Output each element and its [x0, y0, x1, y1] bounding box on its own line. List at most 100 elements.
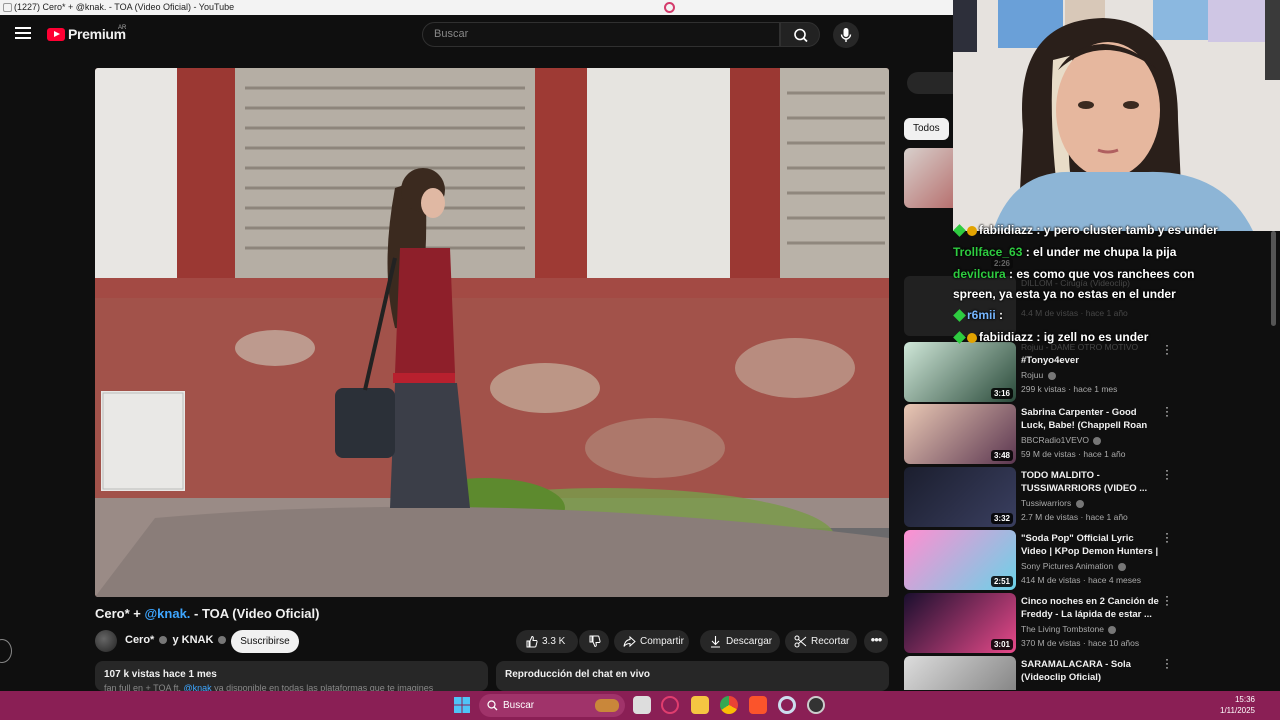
thumbs-up-icon [526, 635, 538, 648]
title-mention-link[interactable]: @knak. [145, 606, 191, 621]
video-frame [95, 68, 889, 597]
search-input[interactable]: Buscar [422, 22, 780, 47]
owner-row: Cero* y KNAK Suscribirse 3.3 K Compartir… [95, 628, 889, 654]
task-view-icon[interactable] [633, 696, 651, 714]
video-duration: 3:01 [990, 639, 1013, 650]
hamburger-menu-icon[interactable] [15, 27, 31, 39]
verified-icon [159, 636, 168, 645]
video-channel[interactable]: Rojuu [1021, 370, 1058, 380]
sub-badge-icon [953, 331, 966, 345]
channel-name-secondary[interactable]: y KNAK [169, 634, 216, 646]
description-box[interactable]: 107 k vistas hace 1 mes fan full en + TO… [95, 661, 488, 693]
video-thumbnail[interactable]: 3:48 [904, 404, 1016, 464]
channel-avatar[interactable] [95, 630, 117, 652]
chip-all[interactable]: Todos [904, 118, 949, 140]
video-thumbnail[interactable]: 2:51 [904, 530, 1016, 590]
recommendation-item[interactable]: 2:51 "Soda Pop" Official Lyric Video | K… [904, 527, 1280, 590]
video-channel[interactable]: Tussiwarriors [1021, 498, 1086, 508]
video-duration: 3:32 [990, 513, 1013, 524]
more-actions-button[interactable]: ••• [864, 630, 888, 653]
subscribe-button[interactable]: Suscribirse [231, 630, 299, 653]
video-title[interactable]: #Tonyo4ever [1021, 354, 1159, 367]
stream-chat-overlay: fabiidiazz : y pero cluster tamb y es un… [953, 223, 1273, 350]
more-options-icon[interactable]: · · · [1162, 401, 1172, 421]
youtube-premium-logo[interactable]: Premium [47, 25, 126, 43]
live-chat-replay-button[interactable]: Reproducción del chat en vivo [496, 661, 889, 691]
dislike-button[interactable] [579, 630, 609, 653]
video-title[interactable]: TODO MALDITO - TUSSIWARRIORS (VIDEO ... [1021, 469, 1159, 495]
masthead: Premium AR Buscar [0, 15, 953, 53]
video-meta: 370 M de vistas · hace 10 años [1021, 638, 1140, 648]
video-meta: 2.7 M de vistas · hace 1 año [1021, 512, 1128, 522]
brave-icon[interactable] [749, 696, 767, 714]
app-c-icon[interactable] [778, 696, 796, 714]
tab-favicon-icon [3, 3, 12, 12]
obs-icon[interactable] [807, 696, 825, 714]
video-duration: 2:51 [990, 576, 1013, 587]
video-channel[interactable]: The Living Tombstone [1021, 624, 1118, 634]
recommendation-item[interactable]: SARAMALACARA - Sola (Videoclip Oficial) … [904, 656, 1280, 690]
guide-toggle-icon[interactable] [0, 639, 12, 663]
video-duration: 3:48 [990, 450, 1013, 461]
file-explorer-icon[interactable] [691, 696, 709, 714]
share-button[interactable]: Compartir [614, 630, 689, 653]
taskbar-search[interactable]: Buscar [479, 694, 625, 717]
share-icon [623, 635, 636, 648]
download-icon [711, 636, 720, 648]
more-options-icon[interactable]: · · · [1162, 656, 1172, 673]
chat-text: y pero cluster tamb y es under [1040, 223, 1218, 237]
bits-badge-icon [967, 332, 977, 343]
channel-name-primary[interactable]: Cero* [125, 634, 157, 646]
chat-username: devilcura [953, 267, 1006, 281]
voice-search-button[interactable] [833, 22, 859, 48]
search-highlight-icon [595, 699, 619, 712]
chat-text: : [995, 308, 1004, 322]
chat-text: es como que vos ranchees con [1013, 267, 1195, 281]
download-label: Descargar [726, 636, 773, 647]
video-title[interactable]: "Soda Pop" Official Lyric Video | KPop D… [1021, 532, 1159, 558]
opera-icon[interactable] [661, 696, 679, 714]
clip-label: Recortar [811, 636, 850, 647]
video-title[interactable]: SARAMALACARA - Sola (Videoclip Oficial) [1021, 658, 1159, 684]
sidebar-scrollbar[interactable] [1271, 231, 1276, 326]
like-button[interactable]: 3.3 K [516, 630, 578, 653]
like-count: 3.3 K [542, 636, 566, 647]
recommendation-item[interactable]: 3:48 Sabrina Carpenter - Good Luck, Babe… [904, 401, 1280, 464]
video-title[interactable]: Sabrina Carpenter - Good Luck, Babe! (Ch… [1021, 406, 1159, 432]
recommendation-item[interactable]: 3:32 TODO MALDITO - TUSSIWARRIORS (VIDEO… [904, 464, 1280, 527]
video-thumbnail[interactable]: 3:01 [904, 593, 1016, 653]
search-button[interactable] [780, 22, 820, 47]
video-meta: 299 k vistas · hace 1 mes [1021, 384, 1118, 394]
more-options-icon[interactable]: · · · [1162, 464, 1172, 484]
country-code: AR [118, 25, 127, 31]
video-player[interactable] [95, 68, 889, 597]
video-meta: 59 M de vistas · hace 1 año [1021, 449, 1126, 459]
video-duration: 3:16 [990, 388, 1013, 399]
system-clock[interactable]: 15:36 1/11/2025 [1220, 694, 1255, 716]
clip-button[interactable]: Recortar [785, 630, 857, 653]
download-button[interactable]: Descargar [700, 630, 780, 653]
chrome-icon[interactable] [720, 696, 738, 714]
chat-username: Trollface_63 [953, 245, 1023, 259]
windows-start-icon[interactable] [453, 696, 471, 714]
video-meta: 414 M de vistas · hace 4 meses [1021, 575, 1142, 585]
microphone-icon [840, 28, 852, 42]
thumbs-down-icon [589, 635, 601, 648]
more-options-icon[interactable]: · · · [1162, 527, 1172, 547]
video-title[interactable]: Cinco noches en 2 Canción de Freddy - La… [1021, 595, 1159, 621]
title-text-end: - TOA (Video Oficial) [190, 606, 320, 621]
video-channel[interactable]: Sony Pictures Animation [1021, 561, 1128, 571]
verified-icon [1117, 562, 1126, 571]
channel-name[interactable]: Cero* y KNAK [125, 634, 228, 646]
video-channel[interactable]: BBCRadio1VEVO [1021, 435, 1103, 445]
chat-message: fabiidiazz : ig zell no es under [953, 330, 1148, 345]
chat-username: fabiidiazz [979, 330, 1034, 344]
recommendation-item[interactable]: 3:01 Cinco noches en 2 Canción de Freddy… [904, 590, 1280, 653]
views-and-date: 107 k vistas hace 1 mes [104, 669, 217, 680]
recommendation-item[interactable]: 3:16 #Tonyo4ever Rojuu 299 k vistas · ha… [904, 339, 1280, 402]
video-thumbnail[interactable]: 3:32 [904, 467, 1016, 527]
verified-icon [1093, 436, 1102, 445]
video-thumbnail[interactable] [904, 656, 1016, 690]
video-thumbnail[interactable]: 3:16 [904, 342, 1016, 402]
more-options-icon[interactable]: · · · [1162, 590, 1172, 610]
